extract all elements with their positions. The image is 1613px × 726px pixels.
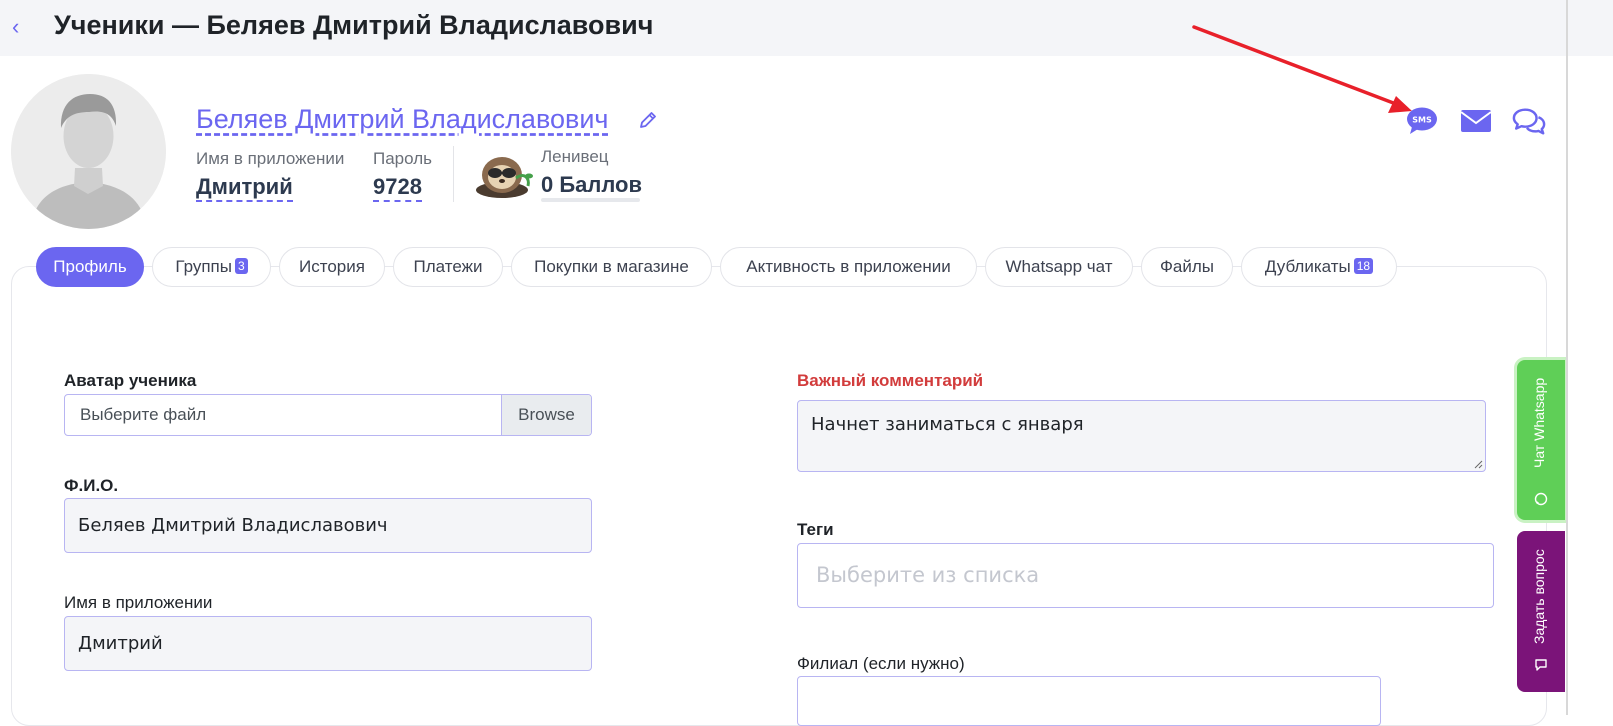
svg-text:SMS: SMS [1412,116,1432,125]
tags-label: Теги [797,520,834,539]
envelope-icon[interactable] [1459,106,1493,136]
app-name-value[interactable]: Дмитрий [196,174,293,202]
app-name-field-label: Имя в приложении [64,593,213,612]
tab-shop-purchases[interactable]: Покупки в магазине [511,247,712,287]
whatsapp-icon [1534,492,1548,506]
password-value[interactable]: 9728 [373,174,422,202]
tab-files[interactable]: Файлы [1141,247,1233,287]
red-arrow-annotation [1192,25,1412,113]
pencil-icon[interactable] [638,110,658,130]
sloth-level-icon [476,157,533,198]
fio-label: Ф.И.О. [64,476,119,495]
resize-handle-icon[interactable] [1473,459,1483,469]
avatar-file-input[interactable]: Выберите файл Browse [64,394,592,436]
whatsapp-side-label: Чат Whatsapp [1531,377,1547,468]
level-label: Ленивец [541,147,609,166]
important-comment-label: Важный комментарий [797,371,984,390]
tab-whatsapp-chat[interactable]: Whatsapp чат [985,247,1133,287]
important-comment-textarea[interactable]: Начнет заниматься с января [797,400,1486,472]
ask-question-side-button[interactable]: Задать вопрос [1517,531,1565,692]
avatar-field-label: Аватар ученика [64,371,197,390]
chat-bubbles-icon[interactable] [1512,106,1546,136]
points-progress [541,198,640,202]
file-placeholder: Выберите файл [80,405,207,424]
points-value: 0 Баллов [541,172,643,197]
tab-groups[interactable]: Группы 3 [152,247,271,287]
branch-label: Филиал (если нужно) [797,654,965,673]
fio-input[interactable]: Беляев Дмитрий Владиславович [64,498,592,553]
student-name-link[interactable]: Беляев Дмитрий Владиславович [196,104,609,135]
meta-divider [453,146,454,202]
whatsapp-chat-side-button[interactable]: Чат Whatsapp [1517,360,1565,520]
question-bubble-icon [1535,659,1547,671]
ask-question-side-label: Задать вопрос [1531,549,1547,644]
app-name-label: Имя в приложении [196,149,345,168]
chevron-left-icon[interactable]: ‹ [12,14,28,40]
tab-payments[interactable]: Платежи [393,247,503,287]
password-label: Пароль [373,149,432,168]
browse-button[interactable]: Browse [501,395,591,435]
page-title: Ученики — Беляев Дмитрий Владиславович [54,10,654,40]
avatar [11,74,166,229]
tab-profile[interactable]: Профиль [36,247,144,287]
page-scrollbar[interactable] [1566,0,1568,715]
tab-duplicates[interactable]: Дубликаты 18 [1241,247,1397,287]
tab-app-activity[interactable]: Активность в приложении [720,247,977,287]
tags-select[interactable]: Выберите из списка [797,543,1494,608]
duplicates-count-badge: 18 [1353,258,1374,274]
sms-icon[interactable]: SMS [1405,106,1439,136]
branch-select[interactable] [797,676,1381,726]
important-comment-text: Начнет заниматься с января [811,414,1084,435]
app-name-input[interactable]: Дмитрий [64,616,592,671]
tab-history[interactable]: История [279,247,385,287]
groups-count-badge: 3 [234,258,248,274]
